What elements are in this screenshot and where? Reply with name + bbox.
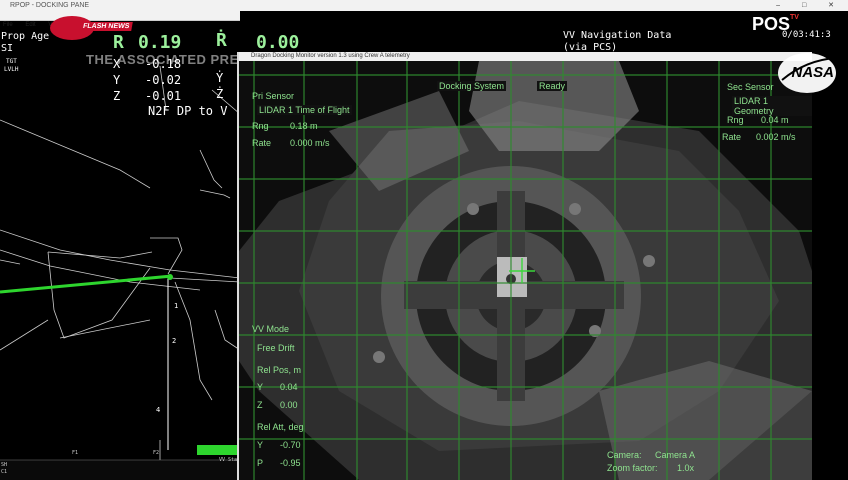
pri-rate-value: 0.000 m/s <box>290 138 330 148</box>
scale-tick-4: 4 <box>156 406 161 414</box>
footer-code-f2: F2 <box>153 450 160 456</box>
rel-att-y-value: -0.70 <box>280 440 301 450</box>
footer-code-f1: F1 <box>72 450 79 456</box>
flash-news-logo: FLASH NEWS <box>79 22 134 31</box>
z-axis-label: Z <box>113 89 121 103</box>
rel-att-label: Rel Att, deg <box>257 422 304 432</box>
rel-pos-y-value: 0.04 <box>280 382 298 392</box>
pri-rng-label: Rng <box>252 121 269 131</box>
window-titlebar: RPOP - DOCKING PANE – □ ✕ <box>0 0 848 11</box>
sec-sensor-label: Sec Sensor <box>727 82 774 92</box>
range-r-label: R <box>113 32 124 53</box>
range-r-value: 0.19 <box>138 32 182 53</box>
docking-monitor-window: Dragon Docking Monitor version 1.3 using… <box>237 52 812 480</box>
docking-status: Ready <box>537 81 568 91</box>
prop-age-label: Prop Age <box>1 31 50 42</box>
pri-rng-value: 0.18 m <box>290 121 318 131</box>
range-rate-label: Ṙ <box>216 30 227 51</box>
z-rate-label: Ż <box>216 87 224 101</box>
y-axis-label: Y <box>113 73 121 87</box>
lvlh-label: LVLH <box>4 66 19 73</box>
footer-code-sh: SH <box>1 462 8 468</box>
sec-rng-label: Rng <box>727 115 744 125</box>
footer-code-c1: C1 <box>1 469 8 475</box>
vv-mode-value: Free Drift <box>257 343 295 353</box>
docking-system-label: Docking System <box>437 81 507 91</box>
y-rate-label: Ẏ <box>216 71 224 85</box>
vv-nav-title: VV Navigation Data <box>563 30 672 41</box>
z-value: -0.01 <box>145 89 182 103</box>
rel-pos-y-label: Y <box>257 382 264 392</box>
scale-tick-1: 1 <box>174 302 179 310</box>
rel-pos-z-label: Z <box>257 400 263 410</box>
pri-rate-label: Rate <box>252 138 272 148</box>
tv-tag: TV <box>790 14 799 21</box>
sec-rate-label: Rate <box>722 132 742 142</box>
zoom-value: 1.0x <box>677 463 695 473</box>
frame-si-label: SI <box>1 43 14 54</box>
tgt-label: TGT <box>6 58 17 65</box>
pri-sensor-name: LIDAR 1 Time of Flight <box>257 105 352 115</box>
sec-sensor-name: LIDAR 1 Geometry <box>732 96 812 116</box>
camera-label: Camera: <box>607 450 642 460</box>
monitor-title: Dragon Docking Monitor version 1.3 using… <box>239 52 812 61</box>
camera-name: Camera A <box>655 450 696 460</box>
range-rate-value: 0.00 <box>256 32 300 53</box>
rel-att-p-value: -0.95 <box>280 458 301 468</box>
rel-att-y-label: Y <box>257 440 264 450</box>
window-controls[interactable]: – □ ✕ <box>776 0 844 11</box>
sec-rate-value: 0.002 m/s <box>756 132 796 142</box>
nasa-wordmark: NASA <box>791 64 834 81</box>
sec-rng-value: 0.04 m <box>761 115 789 125</box>
scale-tick-2: 2 <box>172 337 177 345</box>
mission-clock: 0/03:41:3 <box>782 30 831 40</box>
rel-att-p-label: P <box>257 458 264 468</box>
rel-pos-z-value: 0.00 <box>280 400 298 410</box>
rel-pos-label: Rel Pos, m <box>257 365 302 375</box>
vv-mode-label: VV Mode <box>252 324 290 334</box>
zoom-label: Zoom factor: <box>607 463 658 473</box>
mode-text: N2F DP to V <box>148 104 228 118</box>
pri-sensor-label: Pri Sensor <box>252 91 295 101</box>
ap-watermark: THE ASSOCIATED PRESS <box>86 52 258 67</box>
y-value: -0.02 <box>145 73 182 87</box>
window-title: RPOP - DOCKING PANE <box>10 2 90 9</box>
